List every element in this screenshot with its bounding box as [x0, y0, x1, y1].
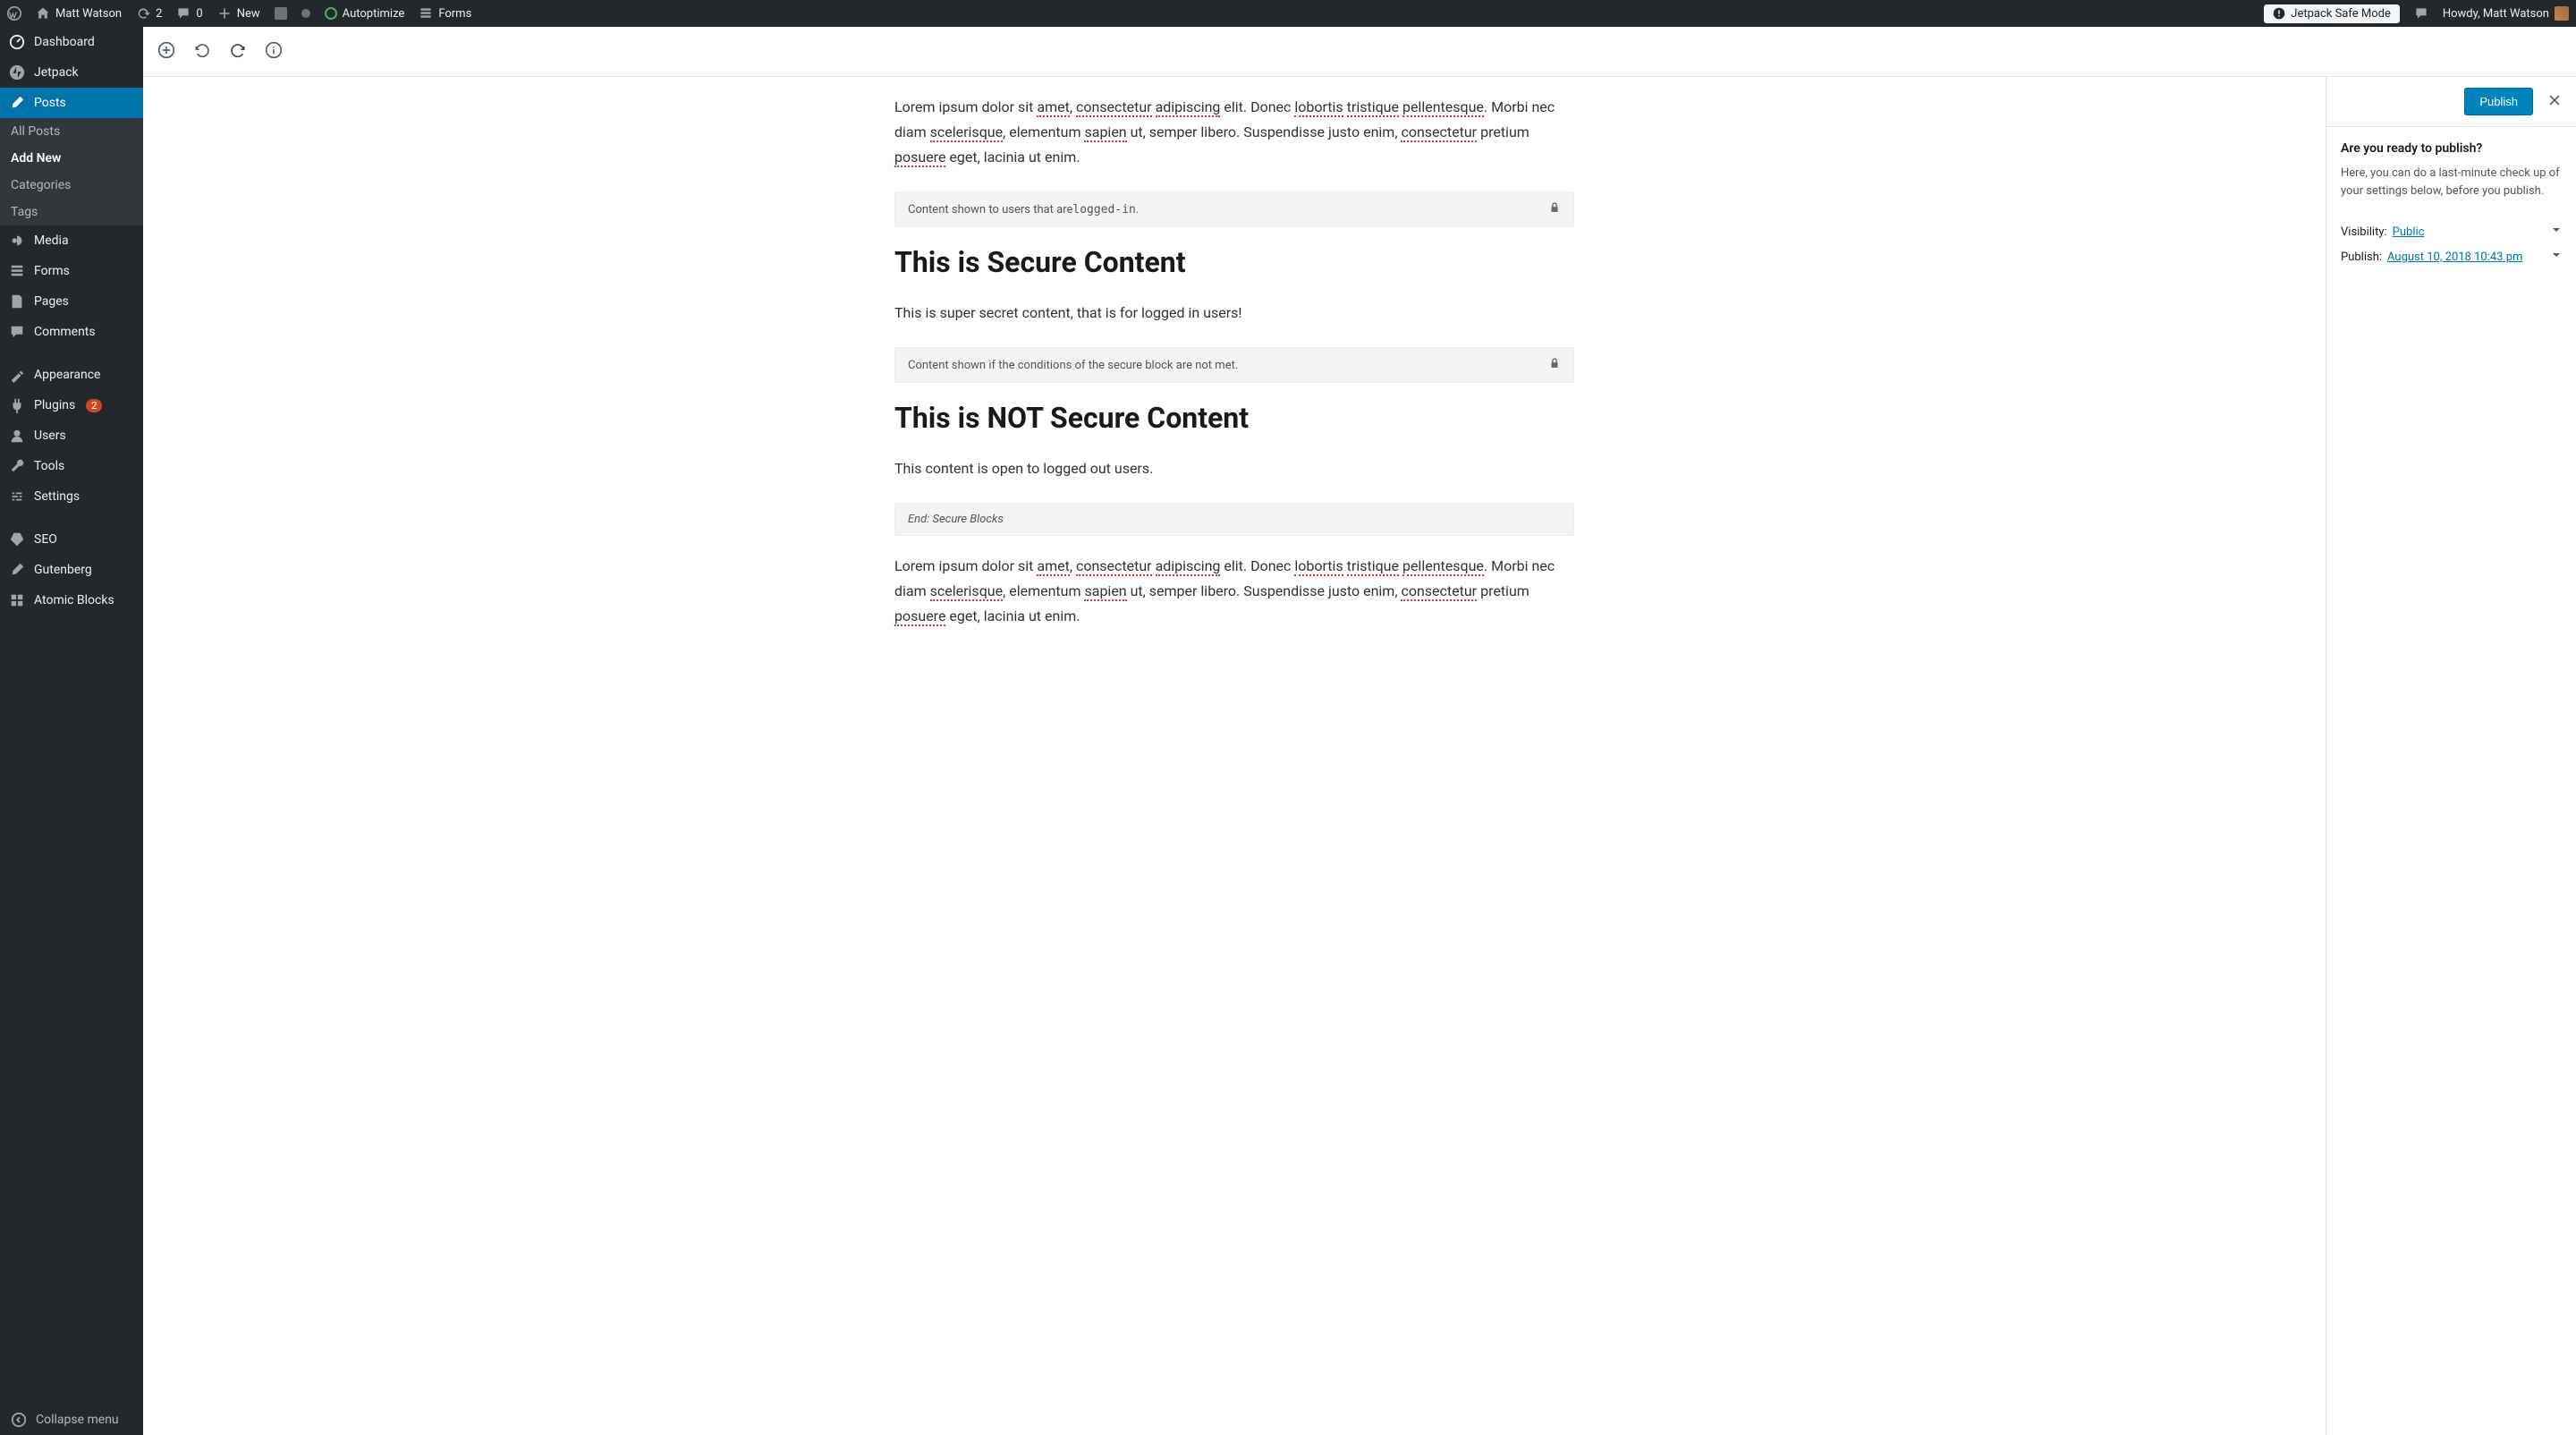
status-dot-icon: [301, 9, 310, 18]
visibility-row[interactable]: Visibility: Public: [2341, 214, 2562, 239]
lock-icon: [1548, 201, 1561, 217]
sidebar-item-users[interactable]: Users: [0, 420, 143, 451]
panel-description: Here, you can do a last-minute check up …: [2341, 165, 2562, 200]
sidebar-item-forms[interactable]: Forms: [0, 256, 143, 286]
sidebar-sub-add-new[interactable]: Add New: [0, 145, 143, 172]
sidebar-item-atomic[interactable]: Atomic Blocks: [0, 585, 143, 616]
heading-block[interactable]: This is NOT Secure Content: [894, 401, 1574, 435]
editor-content[interactable]: Lorem ipsum dolor sit amet, consectetur …: [143, 77, 2326, 1435]
sidebar-item-posts[interactable]: Posts: [0, 88, 143, 118]
sidebar-item-gutenberg[interactable]: Gutenberg: [0, 555, 143, 585]
secure-block-header[interactable]: Content shown to users that are logged-i…: [894, 191, 1574, 227]
redo-button[interactable]: [229, 41, 247, 63]
editor-toolbar: [143, 27, 2576, 77]
account-link[interactable]: Howdy, Matt Watson: [2443, 6, 2569, 21]
sidebar-item-tools[interactable]: Tools: [0, 451, 143, 481]
paragraph-block[interactable]: Lorem ipsum dolor sit amet, consectetur …: [894, 95, 1574, 170]
autoptimize-link[interactable]: Autoptimize: [325, 7, 405, 21]
collapse-menu[interactable]: Collapse menu: [0, 1405, 143, 1435]
sidebar-sub-all-posts[interactable]: All Posts: [0, 118, 143, 145]
chevron-down-icon[interactable]: [2551, 225, 2562, 239]
sidebar-item-dashboard[interactable]: Dashboard: [0, 27, 143, 57]
panel-heading: Are you ready to publish?: [2341, 141, 2562, 156]
sidebar-item-appearance[interactable]: Appearance: [0, 360, 143, 390]
visibility-value[interactable]: Public: [2393, 225, 2425, 239]
info-button[interactable]: [265, 41, 283, 63]
new-link[interactable]: New: [217, 6, 260, 21]
forms-link[interactable]: Forms: [419, 6, 471, 21]
publish-date-row[interactable]: Publish: August 10, 2018 10:43 pm: [2341, 239, 2562, 264]
comments-link[interactable]: 0: [176, 6, 202, 21]
admin-bar: Matt Watson 2 0 New Autoptimize Forms Je…: [0, 0, 2576, 27]
updates-link[interactable]: 2: [136, 6, 162, 21]
admin-sidebar: Dashboard Jetpack Posts All Posts Add Ne…: [0, 27, 143, 1435]
close-panel-button[interactable]: [2544, 89, 2565, 115]
yoast-icon[interactable]: [275, 7, 287, 20]
paragraph-block[interactable]: Lorem ipsum dolor sit amet, consectetur …: [894, 554, 1574, 629]
wp-logo-icon[interactable]: [7, 6, 21, 21]
lock-icon: [1548, 357, 1561, 373]
sidebar-item-comments[interactable]: Comments: [0, 317, 143, 347]
jetpack-safe-mode-badge[interactable]: Jetpack Safe Mode: [2264, 4, 2400, 23]
sidebar-item-media[interactable]: Media: [0, 225, 143, 256]
sidebar-item-seo[interactable]: SEO: [0, 524, 143, 555]
publish-date-value[interactable]: August 10, 2018 10:43 pm: [2387, 250, 2522, 264]
plugins-badge: 2: [86, 399, 102, 412]
secure-block-end[interactable]: End: Secure Blocks: [894, 503, 1574, 536]
chevron-down-icon[interactable]: [2551, 250, 2562, 264]
publish-panel: Publish Are you ready to publish? Here, …: [2326, 77, 2576, 1435]
notification-icon[interactable]: [2414, 6, 2428, 21]
heading-block[interactable]: This is Secure Content: [894, 245, 1574, 279]
sidebar-item-settings[interactable]: Settings: [0, 481, 143, 512]
sidebar-item-plugins[interactable]: Plugins2: [0, 390, 143, 420]
sidebar-sub-categories[interactable]: Categories: [0, 172, 143, 199]
site-link[interactable]: Matt Watson: [36, 6, 122, 21]
sidebar-submenu-posts: All Posts Add New Categories Tags: [0, 118, 143, 225]
publish-button[interactable]: Publish: [2464, 88, 2533, 115]
sidebar-sub-tags[interactable]: Tags: [0, 199, 143, 225]
sidebar-item-jetpack[interactable]: Jetpack: [0, 57, 143, 88]
sidebar-item-pages[interactable]: Pages: [0, 286, 143, 317]
avatar: [2555, 6, 2569, 21]
paragraph-block[interactable]: This is super secret content, that is fo…: [894, 301, 1574, 326]
paragraph-block[interactable]: This content is open to logged out users…: [894, 456, 1574, 481]
secure-block-else[interactable]: Content shown if the conditions of the s…: [894, 347, 1574, 383]
add-block-button[interactable]: [157, 41, 175, 63]
undo-button[interactable]: [193, 41, 211, 63]
